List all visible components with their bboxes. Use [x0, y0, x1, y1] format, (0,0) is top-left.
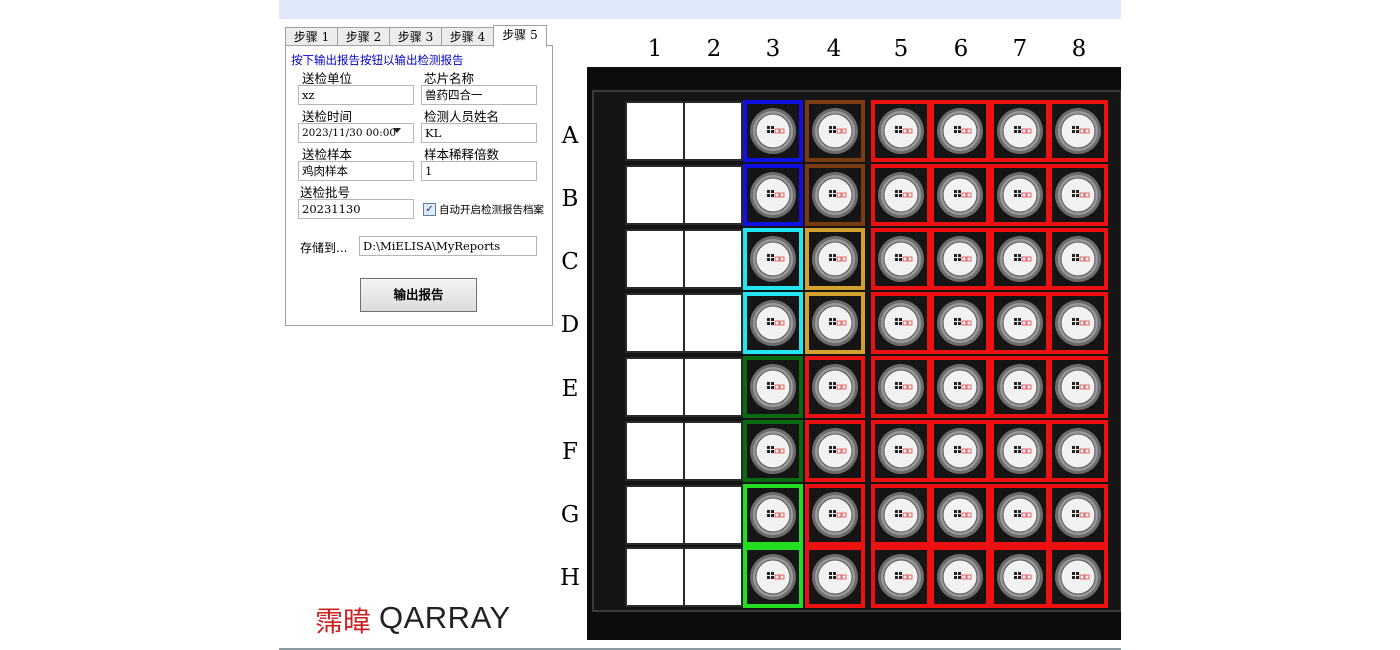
logo-wordmark: QARRAY — [379, 600, 511, 635]
column-label-3: 3 — [765, 36, 781, 62]
row-label-b: B — [561, 186, 579, 212]
row-label-a: A — [561, 123, 579, 149]
well-b2 — [683, 165, 743, 225]
well-d2 — [683, 293, 743, 353]
well-f2 — [683, 421, 743, 481]
column-label-7: 7 — [1012, 36, 1028, 62]
column-label-1: 1 — [647, 36, 663, 62]
well-f1 — [625, 421, 685, 481]
tab-step-5[interactable]: 步骤 5 — [493, 25, 547, 47]
well-e2 — [683, 357, 743, 417]
well-d1 — [625, 293, 685, 353]
column-label-2: 2 — [706, 36, 722, 62]
send-time-value: 2023/11/30 00:00 — [302, 127, 397, 139]
window-top-bar — [279, 0, 1121, 19]
row-label-e: E — [561, 376, 579, 402]
chip-name-field[interactable]: 兽药四合一 — [421, 85, 537, 105]
batch-field[interactable]: 20231130 — [298, 199, 414, 219]
dilution-field[interactable]: 1 — [421, 161, 537, 181]
well-h2 — [683, 547, 743, 607]
column-label-8: 8 — [1071, 36, 1087, 62]
chevron-down-icon[interactable] — [393, 128, 401, 133]
tab-step-3[interactable]: 步骤 3 — [389, 27, 442, 46]
column-label-4: 4 — [826, 36, 842, 62]
sample-field[interactable]: 鸡肉样本 — [298, 161, 414, 181]
auto-open-checkbox[interactable]: ✓ — [423, 203, 436, 216]
save-path-field[interactable]: D:\MiELISA\MyReports — [359, 236, 537, 256]
report-form-panel: 按下输出报告按钮以输出检测报告 送检单位 芯片名称 xz 兽药四合一 送检时间 … — [285, 45, 553, 326]
column-label-5: 5 — [893, 36, 909, 62]
sender-unit-field[interactable]: xz — [298, 85, 414, 105]
row-label-f: F — [562, 439, 578, 465]
column-label-6: 6 — [953, 36, 969, 62]
well-c2 — [683, 229, 743, 289]
tab-step-1[interactable]: 步骤 1 — [285, 27, 338, 46]
row-label-h: H — [559, 565, 581, 591]
well-c1 — [625, 229, 685, 289]
well-a2 — [683, 101, 743, 161]
row-label-d: D — [560, 312, 580, 338]
check-icon: ✓ — [425, 204, 434, 215]
row-label-g: G — [560, 502, 580, 528]
tab-step-2[interactable]: 步骤 2 — [337, 27, 390, 46]
export-report-button[interactable]: 输出报告 — [360, 278, 477, 312]
microarray-plate — [587, 67, 1121, 640]
save-to-label: 存储到... — [300, 241, 348, 255]
well-g2 — [683, 485, 743, 545]
inspector-field[interactable]: KL — [421, 123, 537, 143]
well-g1 — [625, 485, 685, 545]
send-time-picker[interactable]: 2023/11/30 00:00 — [298, 123, 414, 143]
well-b1 — [625, 165, 685, 225]
instruction-text: 按下输出报告按钮以输出检测报告 — [291, 53, 464, 67]
well-h1 — [625, 547, 685, 607]
plate-wells-image — [592, 90, 1121, 612]
well-a1 — [625, 101, 685, 161]
well-e1 — [625, 357, 685, 417]
tab-step-4[interactable]: 步骤 4 — [441, 27, 494, 46]
logo-mark: 霈暐 — [315, 605, 372, 638]
row-label-c: C — [561, 249, 579, 275]
auto-open-label: 自动开启检测报告档案 — [439, 204, 544, 216]
